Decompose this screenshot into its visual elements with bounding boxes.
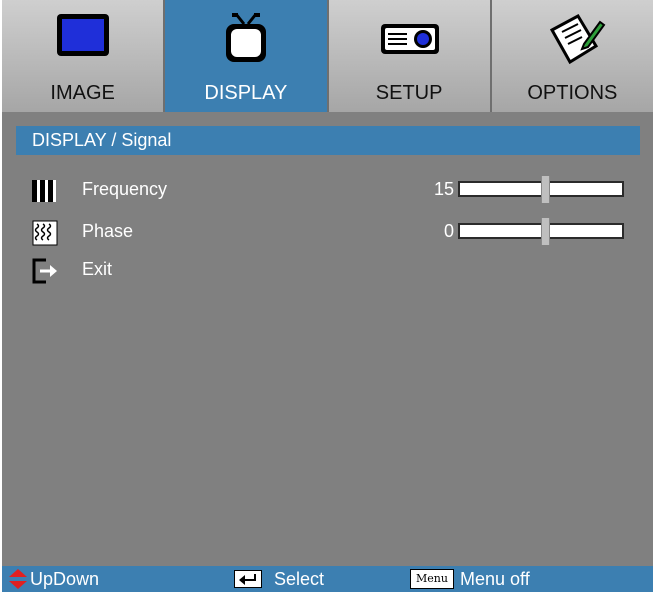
exit-arrow-icon [32,258,57,284]
notepad-pencil-icon [550,14,606,65]
monitor-icon [56,14,109,56]
menu-key-icon: Menu [410,569,454,589]
exit-label: Exit [82,259,113,279]
phase-wave-icon [32,220,58,246]
tab-options[interactable]: OPTIONS [491,0,653,112]
page-title: DISPLAY / Signal [32,130,172,150]
footer-select-label: Select [274,569,325,589]
menu-item-phase[interactable]: Phase 0 [32,218,632,248]
breadcrumb: DISPLAY / Signal [16,126,640,155]
tab-setup[interactable]: SETUP [328,0,492,112]
enter-key-icon [234,570,262,588]
tab-label: IMAGE [50,82,115,104]
tab-label: OPTIONS [527,82,618,104]
osd-menu: IMAGE DISPLAY SETUP OPTIONS DISPLAY / Si… [2,0,653,592]
tab-display[interactable]: DISPLAY [165,0,329,112]
slider-thumb[interactable] [541,176,550,203]
menu-item-exit[interactable]: Exit [32,256,632,286]
phase-label: Phase [82,221,134,241]
footer-updown-label: UpDown [30,569,100,589]
projector-icon [381,24,440,54]
menu-item-frequency[interactable]: Frequency 15 [32,176,632,206]
tab-label: SETUP [375,82,443,104]
tab-image[interactable]: IMAGE [2,0,166,112]
phase-slider[interactable] [458,218,624,245]
frequency-label: Frequency [82,179,168,199]
tab-bar: IMAGE DISPLAY SETUP OPTIONS [2,0,653,112]
frequency-bars-icon [32,180,56,202]
up-down-arrows-icon [9,569,27,589]
phase-value: 0 [443,221,454,241]
frequency-slider[interactable] [458,176,624,203]
tv-icon [225,13,266,62]
tab-label: DISPLAY [204,82,288,104]
footer-menu-label: Menu off [460,569,530,589]
frequency-value: 15 [433,179,454,199]
footer-hints: UpDown Select Menu Menu off [2,566,653,592]
slider-thumb[interactable] [541,218,550,245]
